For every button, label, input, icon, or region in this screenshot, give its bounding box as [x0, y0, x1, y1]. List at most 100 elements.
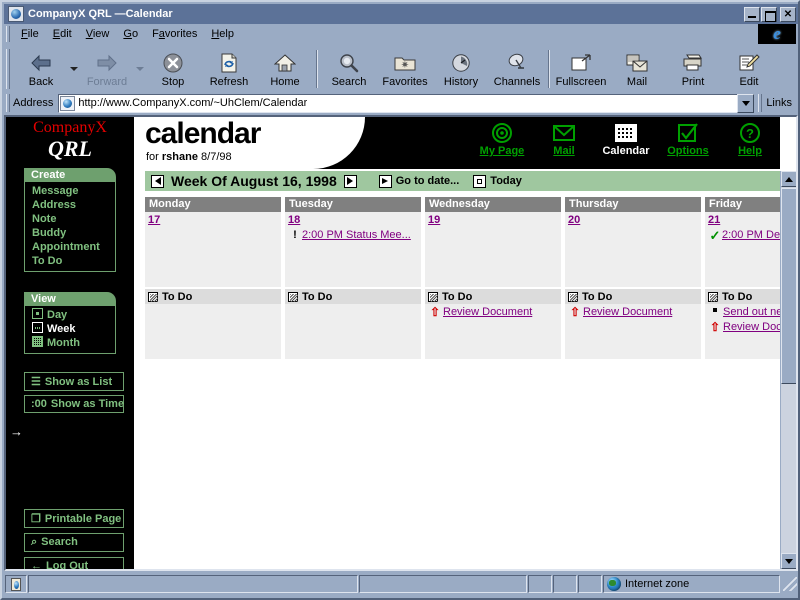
next-week-button[interactable] — [343, 174, 357, 188]
menu-view[interactable]: View — [79, 26, 117, 42]
resize-grip[interactable] — [783, 577, 797, 591]
print-label: Print — [681, 75, 705, 88]
todo-item[interactable]: ⇧ Review Document — [567, 306, 701, 319]
day-date-friday[interactable]: 21 — [708, 214, 720, 226]
menu-edit[interactable]: Edit — [46, 26, 79, 42]
go-to-date-button[interactable]: Go to date... — [378, 174, 460, 188]
day-date-thursday[interactable]: 20 — [568, 214, 580, 226]
address-bar: Address http://www.CompanyX.com/~UhClem/… — [4, 92, 798, 114]
ie-animated-logo[interactable]: e — [758, 24, 796, 44]
mail-button[interactable]: Mail — [609, 48, 665, 90]
view-box: View Day Week Month — [24, 292, 124, 354]
close-button[interactable] — [780, 6, 796, 22]
week-navigation-bar: Week Of August 16, 1998 Go to date... To… — [145, 171, 780, 191]
show-as-time-button[interactable]: :00 Show as Time — [24, 395, 124, 413]
back-dropdown[interactable] — [69, 48, 79, 90]
stop-button[interactable]: Stop — [145, 48, 201, 90]
go-to-date-label: Go to date... — [395, 175, 460, 187]
view-item-day[interactable]: Day — [32, 308, 115, 322]
menu-go[interactable]: Go — [116, 26, 145, 42]
favorites-button[interactable]: ✷ Favorites — [377, 48, 433, 90]
home-button[interactable]: Home — [257, 48, 313, 90]
todo-item-label[interactable]: Review Document — [583, 306, 672, 319]
nav-options[interactable]: Options — [662, 121, 714, 157]
event-label[interactable]: 2:00 PM Status Mee... — [302, 229, 411, 242]
maximize-button[interactable] — [761, 6, 777, 22]
question-circle-icon: ? — [724, 121, 776, 145]
view-item-week[interactable]: Week — [32, 322, 115, 336]
channels-button[interactable]: Channels — [489, 48, 545, 90]
minimize-button[interactable] — [744, 6, 760, 22]
create-item-appointment[interactable]: Appointment — [32, 240, 115, 254]
scroll-down-button[interactable] — [781, 553, 796, 569]
day-date-monday[interactable]: 17 — [148, 214, 160, 226]
create-item-message[interactable]: Message — [32, 184, 115, 198]
forward-dropdown[interactable] — [135, 48, 145, 90]
todo-column-wednesday: To Do ⇧ Review Document — [425, 289, 561, 359]
back-button[interactable]: Back — [13, 48, 69, 90]
event-item[interactable]: ! 2:00 PM Status Mee... — [288, 229, 421, 242]
nav-help-label: Help — [738, 145, 762, 157]
scroll-thumb[interactable] — [781, 188, 796, 384]
menu-file[interactable]: File — [14, 26, 46, 42]
channels-label: Channels — [493, 75, 541, 88]
view-item-month[interactable]: Month — [32, 336, 115, 350]
scroll-up-button[interactable] — [781, 171, 796, 187]
nav-help[interactable]: ? Help — [724, 121, 776, 157]
menubar-grip[interactable] — [6, 26, 10, 42]
menu-help[interactable]: Help — [204, 26, 241, 42]
log-out-button[interactable]: ← Log Out — [24, 557, 124, 569]
nav-calendar-label: Calendar — [602, 145, 650, 157]
toolbar-grip[interactable] — [6, 49, 10, 89]
todo-checkbox-icon — [148, 292, 158, 302]
fullscreen-button[interactable]: Fullscreen — [553, 48, 609, 90]
address-url-text: http://www.CompanyX.com/~UhClem/Calendar — [78, 97, 308, 109]
security-zone-panel[interactable]: Internet zone — [603, 575, 780, 593]
address-input[interactable]: http://www.CompanyX.com/~UhClem/Calendar — [58, 93, 739, 113]
menu-favorites[interactable]: Favorites — [145, 26, 204, 42]
create-item-address[interactable]: Address — [32, 198, 115, 212]
day-date-tuesday[interactable]: 18 — [288, 214, 300, 226]
show-as-list-button[interactable]: ☰ Show as List — [24, 372, 124, 391]
printable-page-icon: ❐ — [31, 513, 41, 525]
address-label: Address — [13, 97, 54, 109]
previous-week-button[interactable] — [151, 174, 164, 188]
red-up-arrow-icon: ⇧ — [709, 320, 721, 334]
nav-mail[interactable]: Mail — [538, 121, 590, 157]
nav-calendar[interactable]: Calendar — [600, 121, 652, 157]
view-item-week-label: Week — [47, 323, 76, 335]
day-date-wednesday[interactable]: 19 — [428, 214, 440, 226]
banner-subtitle: for rshane 8/7/98 — [146, 151, 232, 163]
links-grip[interactable] — [758, 94, 763, 112]
nav-my-page[interactable]: My Page — [476, 121, 528, 157]
banner-nav: My Page Mail Calendar Options ? Help — [476, 121, 776, 157]
toolbar-separator-2 — [548, 50, 550, 88]
printable-page-button[interactable]: ❐ Printable Page — [24, 509, 124, 528]
content-scrollbar[interactable] — [780, 171, 796, 569]
red-up-arrow-icon: ⇧ — [429, 305, 441, 319]
todo-item-label[interactable]: Review Document — [443, 306, 532, 319]
print-button[interactable]: Print — [665, 48, 721, 90]
channels-dish-icon — [507, 51, 527, 75]
todo-body-wednesday: ⇧ Review Document — [425, 304, 561, 359]
search-button[interactable]: Search — [321, 48, 377, 90]
sidebar-search-button[interactable]: ⌕ Search — [24, 533, 124, 552]
create-item-todo[interactable]: To Do — [32, 254, 115, 268]
todo-header-label: To Do — [162, 291, 193, 303]
addressbar-grip[interactable] — [6, 94, 10, 112]
banner-title: calendar — [145, 117, 261, 150]
address-dropdown-button[interactable] — [737, 93, 755, 113]
today-button[interactable]: Today — [473, 174, 522, 188]
forward-button[interactable]: Forward — [79, 48, 135, 90]
history-button[interactable]: History — [433, 48, 489, 90]
todo-item[interactable]: ⇧ Review Document — [427, 306, 561, 319]
edit-button[interactable]: Edit — [721, 48, 777, 90]
day-header-thursday: Thursday — [565, 197, 701, 212]
mail-label: Mail — [626, 75, 648, 88]
create-box-body: Message Address Note Buddy Appointment T… — [24, 182, 116, 272]
create-item-note[interactable]: Note — [32, 212, 115, 226]
links-button[interactable]: Links — [766, 97, 792, 109]
green-check-icon: ✓ — [709, 228, 721, 243]
refresh-button[interactable]: Refresh — [201, 48, 257, 90]
create-item-buddy[interactable]: Buddy — [32, 226, 115, 240]
